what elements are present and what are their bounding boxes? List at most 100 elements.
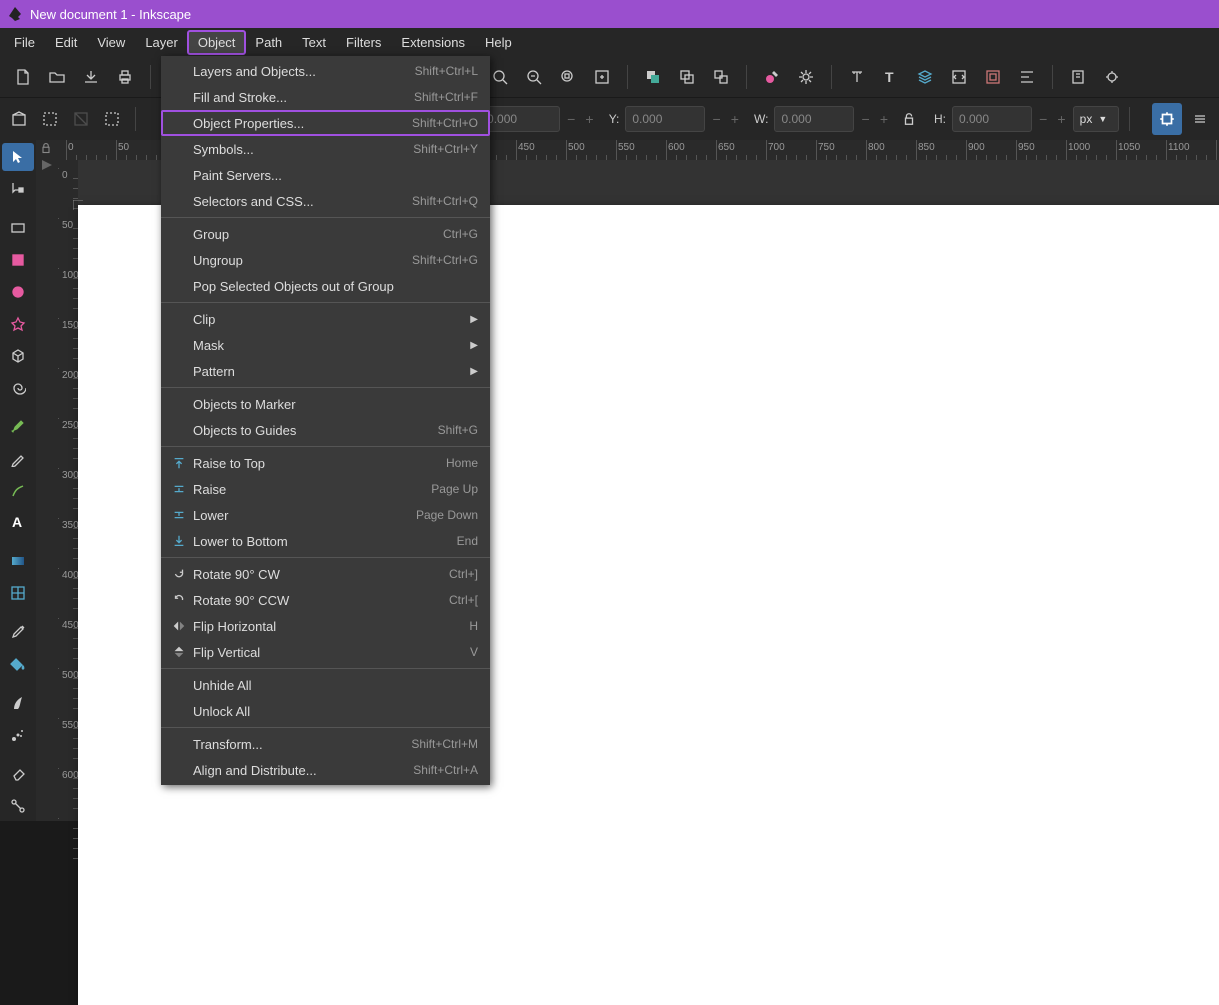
menu-item-pattern[interactable]: Pattern▶ (161, 358, 490, 384)
square-tool[interactable] (2, 246, 34, 274)
open-button[interactable] (42, 62, 72, 92)
menu-item-unlock-all[interactable]: Unlock All (161, 698, 490, 724)
menu-item-transform[interactable]: Transform...Shift+Ctrl+M (161, 731, 490, 757)
star-tool[interactable] (2, 310, 34, 338)
gradient-tool[interactable] (2, 547, 34, 575)
menu-item-raise[interactable]: RaisePage Up (161, 476, 490, 502)
pencil-tool[interactable] (2, 445, 34, 473)
eraser-tool[interactable] (2, 760, 34, 788)
unit-selector[interactable]: px▼ (1073, 106, 1119, 132)
pen-tool[interactable] (2, 413, 34, 441)
x-plus-button[interactable]: + (582, 106, 596, 132)
calligraphy-tool[interactable] (2, 477, 34, 505)
menu-path[interactable]: Path (245, 31, 292, 54)
menu-item-fill-and-stroke[interactable]: Fill and Stroke...Shift+Ctrl+F (161, 84, 490, 110)
mesh-tool[interactable] (2, 579, 34, 607)
text-tool-button[interactable]: T (876, 62, 906, 92)
layers-button[interactable] (910, 62, 940, 92)
zoom-center-button[interactable] (587, 62, 617, 92)
text-button[interactable] (842, 62, 872, 92)
menu-item-mask[interactable]: Mask▶ (161, 332, 490, 358)
menu-item-object-properties[interactable]: Object Properties...Shift+Ctrl+O (161, 110, 490, 136)
deselect-button[interactable] (68, 104, 95, 134)
save-button[interactable] (76, 62, 106, 92)
lock-icon[interactable] (40, 142, 54, 156)
menu-item-objects-to-guides[interactable]: Objects to GuidesShift+G (161, 417, 490, 443)
xml-editor-button[interactable] (944, 62, 974, 92)
unlink-clone-button[interactable] (706, 62, 736, 92)
preferences-button[interactable] (1063, 62, 1093, 92)
connector-tool[interactable] (2, 792, 34, 820)
clone-button[interactable] (672, 62, 702, 92)
menu-item-group[interactable]: GroupCtrl+G (161, 221, 490, 247)
spray-tool[interactable] (2, 721, 34, 749)
menu-filters[interactable]: Filters (336, 31, 391, 54)
x-minus-button[interactable]: − (564, 106, 578, 132)
menu-view[interactable]: View (87, 31, 135, 54)
menu-item-unhide-all[interactable]: Unhide All (161, 672, 490, 698)
fill-stroke-button[interactable] (757, 62, 787, 92)
zoom-drawing-button[interactable] (519, 62, 549, 92)
menu-item-rotate-90-ccw[interactable]: Rotate 90° CCWCtrl+[ (161, 587, 490, 613)
menu-item-rotate-90-cw[interactable]: Rotate 90° CWCtrl+] (161, 561, 490, 587)
object-properties-button[interactable] (791, 62, 821, 92)
menu-item-raise-to-top[interactable]: Raise to TopHome (161, 450, 490, 476)
vertical-ruler[interactable]: 050100150200250300350400450500550600 (58, 160, 78, 821)
menu-item-flip-horizontal[interactable]: Flip HorizontalH (161, 613, 490, 639)
spiral-tool[interactable] (2, 374, 34, 402)
tweak-tool[interactable] (2, 689, 34, 717)
select-all-button[interactable] (37, 104, 64, 134)
h-plus-button[interactable]: + (1054, 106, 1068, 132)
ellipse-tool[interactable] (2, 278, 34, 306)
menu-file[interactable]: File (4, 31, 45, 54)
selector-tool[interactable] (2, 143, 34, 171)
snap-options-button[interactable] (1186, 104, 1213, 134)
3dbox-tool[interactable] (2, 342, 34, 370)
menu-item-symbols[interactable]: Symbols...Shift+Ctrl+Y (161, 136, 490, 162)
w-plus-button[interactable]: + (877, 106, 891, 132)
menu-item-layers-and-objects[interactable]: Layers and Objects...Shift+Ctrl+L (161, 58, 490, 84)
node-tool[interactable] (2, 175, 34, 203)
menu-item-flip-vertical[interactable]: Flip VerticalV (161, 639, 490, 665)
lower-icon (169, 507, 189, 523)
y-plus-button[interactable]: + (728, 106, 742, 132)
y-minus-button[interactable]: − (709, 106, 723, 132)
zoom-page-button[interactable] (553, 62, 583, 92)
align-button[interactable] (1012, 62, 1042, 92)
new-document-button[interactable] (8, 62, 38, 92)
h-input[interactable] (952, 106, 1032, 132)
duplicate-button[interactable] (638, 62, 668, 92)
menu-item-clip[interactable]: Clip▶ (161, 306, 490, 332)
selectors-button[interactable] (978, 62, 1008, 92)
menu-item-selectors-and-css[interactable]: Selectors and CSS...Shift+Ctrl+Q (161, 188, 490, 214)
dropper-tool[interactable] (2, 618, 34, 646)
w-minus-button[interactable]: − (858, 106, 872, 132)
document-properties-button[interactable] (1097, 62, 1127, 92)
menu-item-objects-to-marker[interactable]: Objects to Marker (161, 391, 490, 417)
menu-text[interactable]: Text (292, 31, 336, 54)
select-all-layers-button[interactable] (6, 104, 33, 134)
h-minus-button[interactable]: − (1036, 106, 1050, 132)
menu-object[interactable]: Object (188, 31, 246, 54)
paintbucket-tool[interactable] (2, 650, 34, 678)
snap-button[interactable] (1152, 103, 1182, 135)
menu-edit[interactable]: Edit (45, 31, 87, 54)
menu-help[interactable]: Help (475, 31, 522, 54)
lock-aspect-button[interactable] (895, 104, 922, 134)
menu-item-pop-selected-objects-out-of-group[interactable]: Pop Selected Objects out of Group (161, 273, 490, 299)
menu-item-paint-servers[interactable]: Paint Servers... (161, 162, 490, 188)
text-tool[interactable]: A (2, 508, 34, 536)
menu-item-ungroup[interactable]: UngroupShift+Ctrl+G (161, 247, 490, 273)
menu-item-lower-to-bottom[interactable]: Lower to BottomEnd (161, 528, 490, 554)
toggle-bbox-button[interactable] (99, 104, 126, 134)
menu-extensions[interactable]: Extensions (391, 31, 475, 54)
menu-item-align-and-distribute[interactable]: Align and Distribute...Shift+Ctrl+A (161, 757, 490, 783)
x-input[interactable] (480, 106, 560, 132)
rectangle-tool[interactable] (2, 214, 34, 242)
w-input[interactable] (774, 106, 854, 132)
y-input[interactable] (625, 106, 705, 132)
menu-item-lower[interactable]: LowerPage Down (161, 502, 490, 528)
menu-layer[interactable]: Layer (135, 31, 188, 54)
lower-bottom-icon (169, 533, 189, 549)
print-button[interactable] (110, 62, 140, 92)
